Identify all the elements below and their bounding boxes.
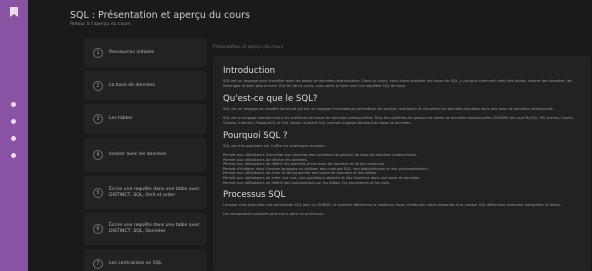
lesson-number: 2	[93, 80, 103, 91]
lesson-number: 5	[93, 187, 103, 198]
page-title: SQL : Présentation et aperçu du cours	[70, 10, 250, 21]
lesson-label: Ressources initiales	[109, 49, 155, 55]
list-item: Permet aux utilisateurs de définir des a…	[223, 180, 391, 185]
lesson-list: 1 Ressources initiales 2 La base de donn…	[84, 38, 206, 271]
lesson-number: 7	[93, 259, 103, 269]
lesson-label: Écrire une requête dans une table avec D…	[109, 223, 200, 234]
lesson-item[interactable]: 2 La base de données	[84, 71, 206, 100]
lesson-item[interactable]: 4 Insérer avec les données	[84, 138, 206, 172]
sql-process-heading: Processus SQL	[223, 190, 286, 201]
lesson-item[interactable]: 5 Écrire une requête dans une table avec…	[84, 176, 206, 209]
lesson-item[interactable]: 1 Ressources initiales	[84, 38, 206, 67]
sql-process-text: Les composants suivants sont inclus dans…	[223, 212, 326, 217]
lesson-item[interactable]: 6 Écrire une requête dans une table avec…	[84, 213, 206, 245]
nav-dot-icon[interactable]	[11, 119, 16, 124]
back-to-overview-link[interactable]: Retour à l'aperçu du cours	[70, 22, 592, 27]
what-is-sql-text: SQL est le langage standard pour les sys…	[223, 116, 574, 125]
breadcrumb[interactable]: Présentation et aperçu du cours	[213, 45, 283, 50]
lesson-label: Les tables	[109, 116, 133, 121]
lesson-number: 6	[93, 224, 103, 234]
lesson-item[interactable]: 7 Les contraintes en SQL	[84, 249, 206, 271]
why-sql-list: Permet aux utilisateurs d'accéder aux do…	[223, 153, 580, 185]
lesson-label: Insérer avec les données	[109, 152, 167, 157]
lesson-label: La base de données	[109, 82, 156, 88]
what-is-sql-heading: Qu'est-ce que le SQL?	[223, 94, 318, 104]
lesson-number: 4	[93, 150, 103, 160]
nav-dot-icon[interactable]	[11, 136, 16, 141]
lesson-number: 1	[93, 47, 103, 58]
lesson-item[interactable]: 3 Les tables	[84, 104, 206, 134]
sidebar-rail	[0, 0, 28, 271]
why-sql-heading: Pourquoi SQL ?	[223, 131, 288, 141]
what-is-sql-text: SQL est un langage de requête structuré …	[223, 107, 554, 111]
bookmark-icon[interactable]	[8, 6, 20, 18]
lesson-label: Écrire une requête dans une table avec D…	[109, 186, 200, 198]
lesson-content: Introduction SQL est un langage pour tra…	[213, 56, 590, 271]
lesson-number: 3	[93, 114, 103, 124]
why-sql-intro: SQL est très populaire car il offre les …	[223, 144, 327, 148]
introduction-heading: Introduction	[223, 66, 276, 76]
introduction-text: SQL est un langage pour travailler avec …	[223, 79, 572, 88]
page-header: SQL : Présentation et aperçu du cours Re…	[70, 10, 592, 32]
lesson-label: Les contraintes en SQL	[109, 261, 162, 266]
nav-dot-icon[interactable]	[11, 153, 16, 158]
nav-dot-icon[interactable]	[11, 102, 16, 107]
sql-process-text: Lorsque vous exécutez une commande SQL p…	[223, 203, 561, 208]
